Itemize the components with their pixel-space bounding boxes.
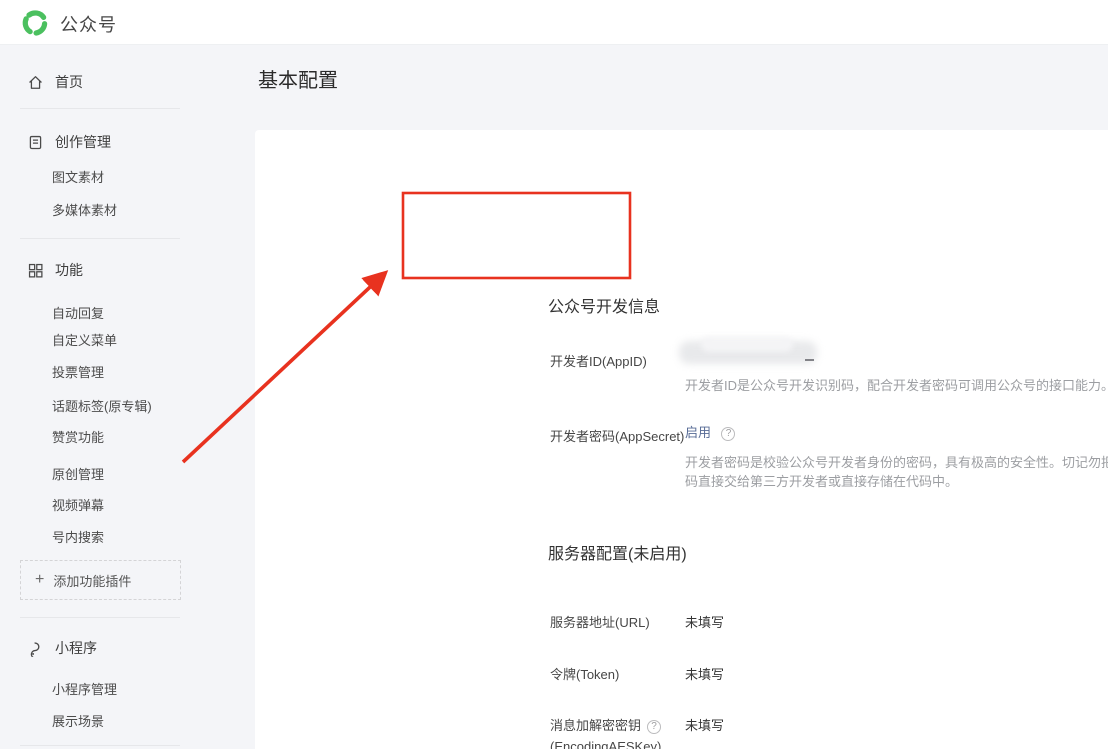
aeskey-value: 未填写 [685, 715, 724, 734]
appid-label: 开发者ID(AppID) [550, 351, 685, 372]
add-plugin-label: 添加功能插件 [53, 571, 131, 590]
sidebar-item-reward[interactable]: 赞赏功能 [52, 427, 104, 446]
plus-icon: + [35, 572, 44, 588]
sidebar-section-features[interactable]: 功能 [27, 260, 83, 280]
appsecret-description: 开发者密码是校验公众号开发者身份的密码，具有极高的安全性。切记勿把密码直接交给第… [685, 452, 1108, 490]
grid-icon [27, 262, 44, 279]
appid-redacted-highlight [701, 337, 793, 352]
sidebar-section-creation[interactable]: 创作管理 [27, 132, 111, 152]
aeskey-label-line1: 消息加解密密钥 [550, 718, 641, 733]
wechat-official-account-logo-icon [20, 8, 50, 38]
sidebar-section-label: 功能 [55, 260, 83, 280]
sidebar-item-label: 首页 [55, 72, 83, 92]
token-label: 令牌(Token) [550, 664, 685, 685]
divider [20, 108, 180, 109]
server-config-section-title: 服务器配置(未启用) [548, 540, 687, 564]
appid-description: 开发者ID是公众号开发识别码，配合开发者密码可调用公众号的接口能力。 [685, 375, 1108, 394]
sidebar-section-label: 创作管理 [55, 132, 111, 152]
sidebar-item-display-scene[interactable]: 展示场景 [52, 711, 104, 730]
sidebar-item-miniprogram-manage[interactable]: 小程序管理 [52, 679, 117, 698]
sidebar-item-custom-menu[interactable]: 自定义菜单 [52, 330, 117, 349]
add-plugin-button[interactable]: + 添加功能插件 [20, 560, 181, 600]
token-value: 未填写 [685, 664, 724, 683]
sidebar-item-media-material[interactable]: 多媒体素材 [52, 200, 117, 219]
sidebar-item-original-manage[interactable]: 原创管理 [52, 464, 104, 483]
divider [20, 617, 180, 618]
wechat-mp-admin: 公众号 首页 创作管理 图文素材 多媒体素材 功能 自动回复 自定义菜单 投票管 [0, 0, 1108, 749]
appid-redacted-dash [805, 359, 814, 361]
aeskey-label: 消息加解密密钥? (EncodingAESKey) [550, 715, 685, 749]
dev-info-section-title: 公众号开发信息 [548, 293, 660, 317]
help-icon[interactable]: ? [647, 720, 661, 734]
aeskey-label-line2: (EncodingAESKey) [550, 739, 661, 749]
miniprogram-icon [27, 640, 44, 657]
appsecret-action-row: 启用 ? [685, 422, 735, 442]
sidebar-item-vote-manage[interactable]: 投票管理 [52, 362, 104, 381]
home-icon [27, 74, 44, 91]
sidebar-item-video-danmu[interactable]: 视频弹幕 [52, 495, 104, 514]
appsecret-label: 开发者密码(AppSecret) [550, 426, 685, 447]
sidebar-item-auto-reply[interactable]: 自动回复 [52, 303, 104, 322]
sidebar-section-label: 小程序 [55, 638, 97, 658]
server-url-value: 未填写 [685, 612, 724, 631]
divider [20, 745, 180, 746]
page-title: 基本配置 [258, 64, 338, 93]
sidebar-section-miniprogram[interactable]: 小程序 [27, 638, 97, 658]
top-header: 公众号 [0, 0, 1108, 45]
sidebar-item-home[interactable]: 首页 [27, 72, 83, 92]
help-icon[interactable]: ? [721, 427, 735, 441]
sidebar-item-topic-tags[interactable]: 话题标签(原专辑) [52, 396, 152, 415]
app-title: 公众号 [60, 11, 117, 37]
document-icon [27, 134, 44, 151]
sidebar-item-article-material[interactable]: 图文素材 [52, 167, 104, 186]
server-url-label: 服务器地址(URL) [550, 612, 685, 633]
divider [20, 238, 180, 239]
sidebar-item-account-search[interactable]: 号内搜索 [52, 527, 104, 546]
content-card: 公众号开发信息 开发者ID(AppID) 开发者ID是公众号开发识别码，配合开发… [255, 130, 1108, 749]
enable-appsecret-link[interactable]: 启用 [685, 425, 711, 440]
